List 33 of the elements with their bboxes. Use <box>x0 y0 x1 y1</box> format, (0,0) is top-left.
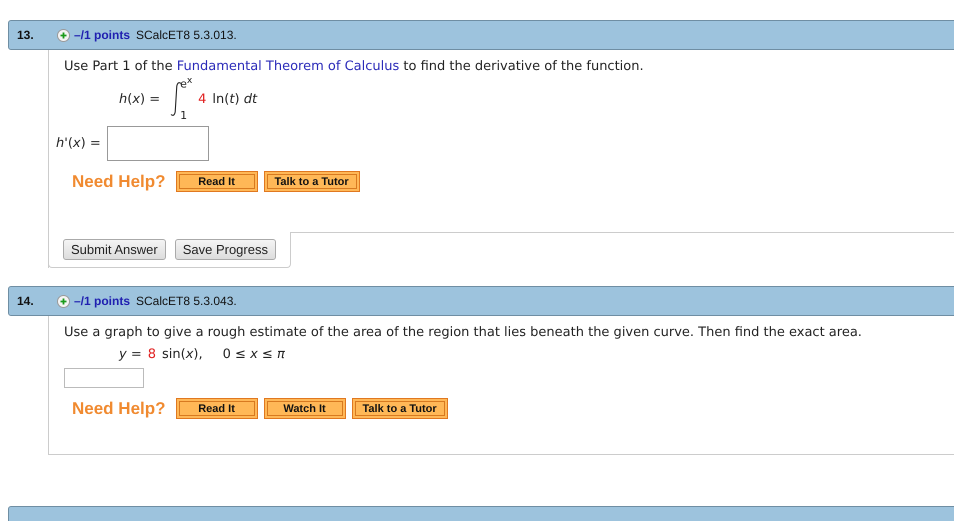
question-prompt: Use a graph to give a rough estimate of the area of the region that lies beneath the given curve. Then find the exact area. <box>64 325 863 340</box>
question-number: 13. <box>17 28 35 42</box>
lower-limit: 1 <box>180 109 188 122</box>
plus-icon[interactable] <box>57 28 70 42</box>
action-button[interactable]: Save Progress <box>174 239 276 260</box>
points-label: –/1 points <box>74 294 130 308</box>
action-button[interactable]: Submit Answer <box>63 239 166 260</box>
need-help-label: Need Help? <box>72 398 166 418</box>
help-button[interactable]: Read It <box>176 171 258 192</box>
domain-range: 0 ≤ x ≤ π <box>222 346 285 362</box>
need-help-label: Need Help? <box>72 172 166 192</box>
question-prompt: Use Part 1 of the Fundamental Theorem of Calculus to find the derivative of the function. <box>64 59 645 74</box>
question-number: 14. <box>17 294 35 308</box>
points-label: –/1 points <box>74 28 130 42</box>
theorem-link[interactable]: Fundamental Theorem of Calculus <box>176 59 400 74</box>
formula-text: sin(x), <box>162 346 203 362</box>
question-code: SCalcET8 5.3.013. <box>136 28 237 42</box>
coefficient: 4 <box>198 92 206 106</box>
help-button[interactable]: Read It <box>176 398 258 419</box>
help-button[interactable]: Talk to a Tutor <box>352 398 448 419</box>
plus-icon[interactable] <box>57 294 70 308</box>
formula-text: y = <box>119 346 142 362</box>
integral-sign-icon <box>170 81 182 117</box>
help-button[interactable]: Watch It <box>264 398 346 419</box>
answer-field[interactable] <box>64 368 144 388</box>
formula-text: h(x) = <box>119 92 160 106</box>
question-code: SCalcET8 5.3.043. <box>136 294 237 308</box>
coefficient: 8 <box>148 346 156 362</box>
answer-field[interactable] <box>106 126 209 161</box>
formula-text: ln(t) dt <box>212 92 258 106</box>
help-button[interactable]: Talk to a Tutor <box>264 171 360 192</box>
answer-label: h'(x) = <box>56 136 101 151</box>
upper-limit: e$^{x}$ <box>180 75 192 91</box>
